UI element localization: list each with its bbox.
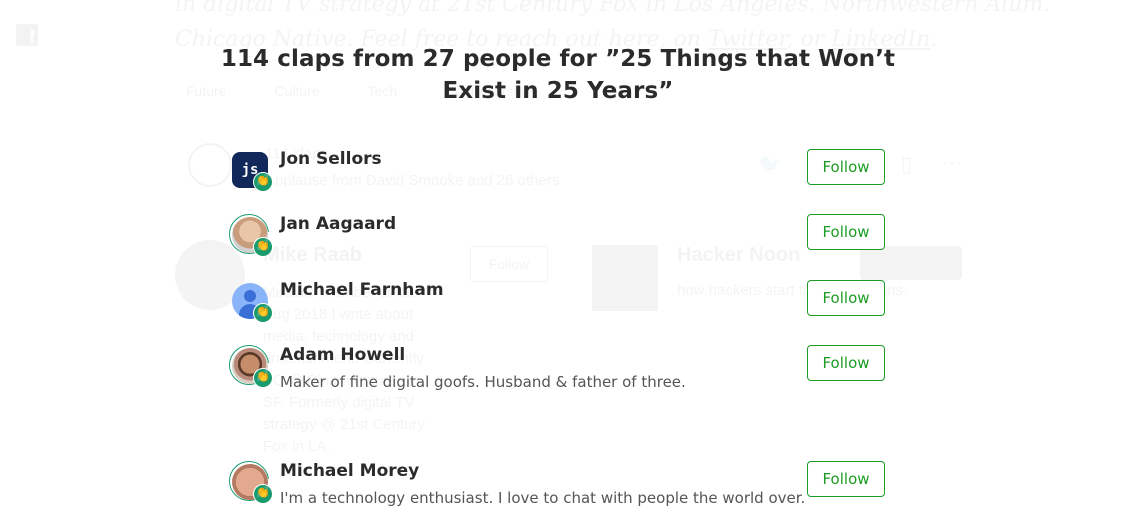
follow-button[interactable]: Follow	[807, 461, 885, 497]
avatar[interactable]: 👏	[229, 461, 273, 504]
author-bio: Medium member since Aug 2018 I write abo…	[263, 282, 433, 458]
avatar[interactable]: 👏	[229, 214, 273, 257]
clap-hands-icon: 👏	[253, 303, 273, 323]
follow-button[interactable]: Follow	[807, 214, 885, 250]
person-name[interactable]: Jan Aagaard	[280, 214, 396, 234]
follow-button[interactable]: Follow	[807, 149, 885, 185]
person-name[interactable]: Michael Farnham	[280, 280, 444, 300]
publication-name: Hacker Noon	[677, 244, 800, 267]
avatar[interactable]: 👏	[229, 345, 273, 388]
clap-button-icon	[188, 143, 232, 187]
clap-hands-icon: 👏	[253, 368, 273, 388]
modal-title: 114 claps from 27 people for ”25 Things …	[220, 46, 896, 104]
follow-button[interactable]: Follow	[807, 280, 885, 316]
clap-hands-icon: 👏	[253, 237, 273, 257]
follow-button[interactable]: Follow	[807, 345, 885, 381]
clap-hands-icon: 👏	[253, 484, 273, 504]
bookmark-icon: ▯	[901, 152, 912, 177]
person-name[interactable]: Adam Howell	[280, 345, 405, 365]
applause-text: Applause from David Smooke and 26 others	[265, 172, 559, 189]
facebook-share-icon: f	[16, 24, 38, 47]
person-name[interactable]: Michael Morey	[280, 461, 419, 481]
author-name: Mike Raab	[263, 244, 362, 267]
writer-button	[860, 246, 962, 280]
more-icon: ···	[942, 152, 962, 177]
avatar[interactable]: js 👏	[230, 150, 273, 192]
avatar[interactable]: 👏	[230, 281, 273, 323]
person-bio: Maker of fine digital goofs. Husband & f…	[280, 373, 686, 391]
person-name[interactable]: Jon Sellors	[280, 149, 382, 169]
user-head	[244, 290, 256, 302]
text: .	[930, 27, 937, 52]
publication-logo	[592, 245, 658, 311]
person-bio: I'm a technology enthusiast. I love to c…	[280, 489, 806, 507]
clap-hands-icon: 👏	[253, 172, 273, 192]
twitter-icon: 🐦	[758, 152, 783, 177]
article-text-line: in digital TV strategy at 21st Century F…	[175, 0, 1050, 17]
author-follow-button: Follow	[470, 246, 548, 282]
